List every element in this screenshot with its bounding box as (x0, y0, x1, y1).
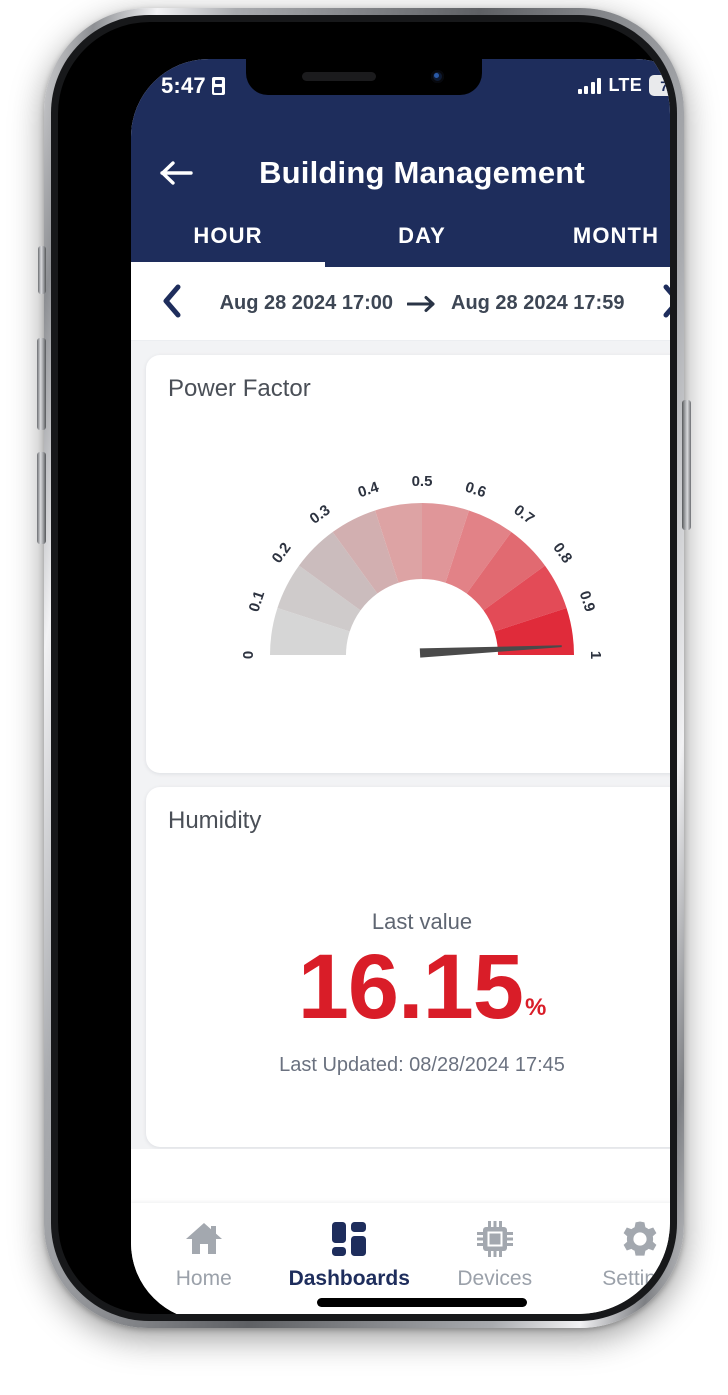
dashboard-content[interactable]: Power Factor 0 0.1 0.2 0.3 0.4 0.5 0.6 0.7 0.8 0.… (131, 341, 670, 1149)
humidity-last-updated: Last Updated: 08/28/2024 17:45 (279, 1053, 565, 1076)
humidity-value: 16.15 (297, 936, 524, 1038)
earpiece-speaker (302, 72, 376, 81)
phone-notch (246, 59, 482, 95)
status-bar-time: 5:47 (161, 73, 206, 98)
card-humidity[interactable]: Humidity Last value 16.15 % Last Updated… (146, 787, 670, 1147)
app-header-row: Building Management (131, 141, 670, 205)
gear-icon (620, 1219, 660, 1259)
nav-item-settings-label: Settings (602, 1267, 670, 1290)
phone-bezel: 5:47 LTE 71 (58, 22, 670, 1314)
gauge-tick-label: 0.8 (549, 540, 575, 567)
humidity-body: Last value 16.15 % Last Updated: 08/28/2… (146, 835, 670, 1077)
gauge-tick-label: 0.2 (269, 540, 295, 567)
home-indicator[interactable] (317, 1298, 527, 1307)
nav-item-dashboards-label: Dashboards (288, 1267, 410, 1290)
arrow-right-icon (407, 295, 437, 313)
front-camera (431, 70, 444, 83)
status-bar-right: LTE 71 (577, 75, 670, 96)
gauge-tick-label: 0.6 (463, 479, 488, 502)
gauge-tick-label: 0.7 (511, 502, 538, 528)
gauge-tick-label: 1 (587, 651, 604, 659)
nav-item-devices-label: Devices (457, 1267, 533, 1290)
dashboard-grid-icon (330, 1219, 368, 1259)
nav-item-home[interactable]: Home (131, 1219, 277, 1291)
back-arrow-icon (160, 160, 194, 186)
signal-bars-icon (577, 77, 602, 94)
tab-hour-label: HOUR (193, 223, 263, 248)
card-title-humidity: Humidity (168, 807, 262, 834)
nav-item-dashboards[interactable]: Dashboards (277, 1219, 423, 1291)
screenshot-stage: 5:47 LTE 71 (0, 0, 728, 1395)
chip-icon (476, 1219, 514, 1259)
gauge-tick-label: 0.3 (307, 502, 334, 528)
card-title-power-factor: Power Factor (168, 375, 311, 402)
nav-item-settings[interactable]: Settings (568, 1219, 670, 1291)
gauge-tick-label: 0.1 (246, 589, 269, 614)
gauge-tick-label: 0.4 (356, 478, 382, 501)
chevron-right-icon (661, 284, 670, 323)
last-value-label: Last value (371, 909, 473, 934)
nav-item-home-label: Home (175, 1267, 232, 1290)
tab-month-label: MONTH (572, 223, 660, 248)
tab-hour[interactable]: HOUR (131, 205, 325, 267)
network-type-label: LTE (608, 75, 642, 95)
tab-day-label: DAY (398, 223, 446, 248)
chevron-left-icon (161, 284, 183, 323)
battery-indicator: 71 (649, 75, 670, 96)
date-range-end: Aug 28 2024 17:59 (451, 292, 625, 314)
back-button[interactable] (155, 151, 199, 195)
phone-mute-switch[interactable] (38, 246, 46, 294)
phone-volume-down-button[interactable] (37, 452, 46, 544)
home-icon (184, 1219, 224, 1259)
tab-month[interactable]: MONTH (519, 205, 670, 267)
phone-power-button[interactable] (682, 400, 691, 530)
gauge-tick-label: 0 (240, 651, 257, 659)
humidity-unit: % (524, 993, 547, 1021)
app-header: Building Management HOUR DAY MONTH (131, 127, 670, 267)
phone-volume-up-button[interactable] (37, 338, 46, 430)
gauge-tick-label: 0.5 (412, 473, 433, 490)
date-range-start: Aug 28 2024 17:00 (219, 292, 393, 314)
humidity-value-row: 16.15 % (298, 939, 547, 1036)
gauge-container: 0 0.1 0.2 0.3 0.4 0.5 0.6 0.7 0.8 0.9 1 (146, 403, 670, 743)
previous-period-button[interactable] (155, 282, 189, 326)
tab-day[interactable]: DAY (325, 205, 519, 267)
period-tabs: HOUR DAY MONTH (131, 205, 670, 267)
gauge-tick-label: 0.9 (576, 589, 599, 614)
date-range-navigator: Aug 28 2024 17:00 Aug 28 2024 17:59 (131, 267, 670, 341)
power-factor-gauge: 0 0.10.2 0.3 0.4 0.5 0.6 0.7 0.80.9 1 (240, 473, 604, 659)
phone-screen: 5:47 LTE 71 (131, 59, 670, 1314)
status-bar-left: 5:47 (161, 73, 225, 99)
nav-item-devices[interactable]: Devices (422, 1219, 568, 1291)
date-range[interactable]: Aug 28 2024 17:00 Aug 28 2024 17:59 (203, 292, 641, 315)
battery-percent-label: 71 (660, 77, 670, 94)
card-power-factor[interactable]: Power Factor 0 0.1 0.2 0.3 0.4 0.5 0.6 0.7 0.8 0.… (146, 355, 670, 773)
next-period-button[interactable] (655, 282, 670, 326)
page-title: Building Management (259, 155, 585, 190)
screen-record-icon (211, 77, 225, 95)
